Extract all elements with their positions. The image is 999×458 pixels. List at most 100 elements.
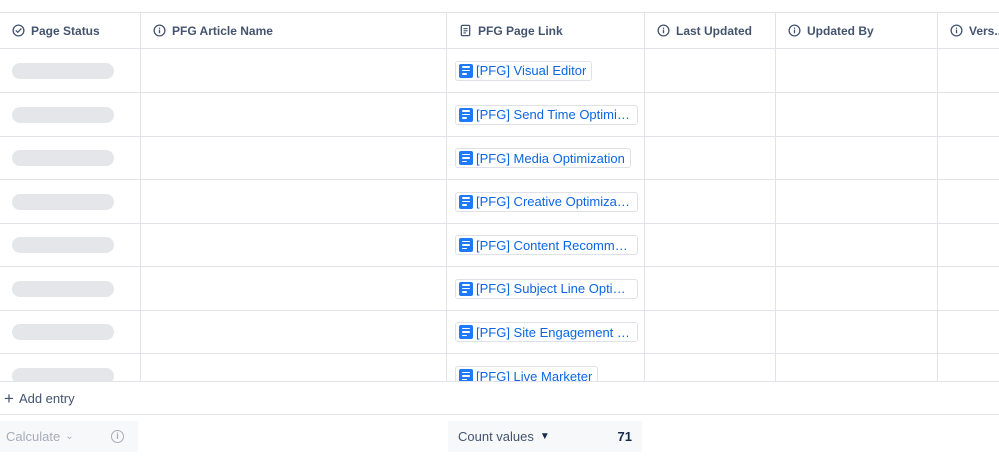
updated-by-cell[interactable] <box>776 267 938 310</box>
column-header-label: Vers... <box>969 23 999 38</box>
page-link-cell: [PFG] Media Optimization <box>447 137 645 179</box>
page-link-title: [PFG] Visual Editor <box>476 63 587 78</box>
page-link-title: [PFG] Live Marketer <box>476 368 593 382</box>
column-header-label: Page Status <box>31 23 100 38</box>
table-row: [PFG] Site Engagement S... <box>0 311 999 354</box>
table-header-row: Page Status PFG Article Name PFG Page Li… <box>0 12 999 49</box>
confluence-page-icon <box>459 369 473 381</box>
version-cell[interactable] <box>938 354 999 381</box>
table-row: [PFG] Content Recomme... <box>0 224 999 267</box>
version-cell[interactable] <box>938 224 999 266</box>
confluence-page-icon <box>459 107 473 122</box>
status-loading-placeholder <box>12 106 114 123</box>
article-name-cell[interactable] <box>141 354 447 381</box>
last-updated-cell[interactable] <box>645 180 776 223</box>
last-updated-cell[interactable] <box>645 49 776 92</box>
updated-by-cell[interactable] <box>776 180 938 223</box>
status-loading-placeholder <box>12 193 114 210</box>
version-cell[interactable] <box>938 311 999 353</box>
count-values-dropdown[interactable]: Count values ▼ 71 <box>448 421 642 452</box>
article-name-cell[interactable] <box>141 267 447 310</box>
version-cell[interactable] <box>938 93 999 136</box>
table-row: [PFG] Live Marketer <box>0 354 999 381</box>
page-link-cell: [PFG] Visual Editor <box>447 49 645 92</box>
version-cell[interactable] <box>938 137 999 179</box>
page-link-title: [PFG] Content Recomme... <box>476 237 632 253</box>
updated-by-cell[interactable] <box>776 354 938 381</box>
page-link-cell: [PFG] Content Recomme... <box>447 224 645 266</box>
last-updated-cell[interactable] <box>645 137 776 179</box>
page-status-cell[interactable] <box>0 311 141 353</box>
database-table: Page Status PFG Article Name PFG Page Li… <box>0 12 999 381</box>
version-cell[interactable] <box>938 180 999 223</box>
page-link-chip[interactable]: [PFG] Media Optimization <box>455 148 631 168</box>
page-link-chip[interactable]: [PFG] Live Marketer <box>455 366 599 382</box>
table-row: [PFG] Media Optimization <box>0 137 999 180</box>
page-status-cell[interactable] <box>0 354 141 381</box>
table-row: [PFG] Send Time Optimiz... <box>0 93 999 137</box>
version-cell[interactable] <box>938 49 999 92</box>
last-updated-cell[interactable] <box>645 93 776 136</box>
page-status-cell[interactable] <box>0 267 141 310</box>
column-header-last-updated[interactable]: Last Updated <box>645 13 776 48</box>
page-status-cell[interactable] <box>0 93 141 136</box>
page-status-cell[interactable] <box>0 224 141 266</box>
page-link-chip[interactable]: [PFG] Site Engagement S... <box>455 322 638 342</box>
page-link-chip[interactable]: [PFG] Content Recomme... <box>455 235 638 255</box>
page-link-title: [PFG] Send Time Optimiz... <box>476 107 632 122</box>
updated-by-cell[interactable] <box>776 224 938 266</box>
page-status-cell[interactable] <box>0 180 141 223</box>
page-link-cell: [PFG] Creative Optimizati... <box>447 180 645 223</box>
page-link-chip[interactable]: [PFG] Creative Optimizati... <box>455 191 638 212</box>
column-header-page-status[interactable]: Page Status <box>0 13 141 48</box>
last-updated-cell[interactable] <box>645 224 776 266</box>
calculate-dropdown[interactable]: Calculate ⌄ i <box>0 421 138 452</box>
article-name-cell[interactable] <box>141 49 447 92</box>
page-link-cell: [PFG] Subject Line Optimi... <box>447 267 645 310</box>
status-loading-placeholder <box>12 237 114 253</box>
chevron-down-icon: ▼ <box>539 431 550 442</box>
info-icon[interactable]: i <box>111 430 124 443</box>
page-status-cell[interactable] <box>0 49 141 92</box>
status-loading-placeholder <box>12 62 114 79</box>
article-name-cell[interactable] <box>141 180 447 223</box>
table-row: [PFG] Creative Optimizati... <box>0 180 999 224</box>
calculate-label: Calculate <box>6 429 61 444</box>
column-header-label: PFG Article Name <box>172 23 273 38</box>
page-link-chip[interactable]: [PFG] Visual Editor <box>455 60 593 81</box>
page-status-cell[interactable] <box>0 137 141 179</box>
page-link-title: [PFG] Media Optimization <box>476 150 625 166</box>
article-name-cell[interactable] <box>141 137 447 179</box>
confluence-page-icon <box>459 63 473 78</box>
confluence-page-icon <box>459 281 473 296</box>
column-header-label: PFG Page Link <box>478 23 563 38</box>
column-header-updated-by[interactable]: Updated By <box>776 13 938 48</box>
article-name-cell[interactable] <box>141 224 447 266</box>
updated-by-cell[interactable] <box>776 311 938 353</box>
page-link-cell: [PFG] Live Marketer <box>447 354 645 381</box>
last-updated-cell[interactable] <box>645 354 776 381</box>
confluence-page-icon <box>459 325 473 339</box>
article-name-cell[interactable] <box>141 311 447 353</box>
page-link-cell: [PFG] Send Time Optimiz... <box>447 93 645 136</box>
updated-by-cell[interactable] <box>776 49 938 92</box>
updated-by-cell[interactable] <box>776 93 938 136</box>
updated-by-cell[interactable] <box>776 137 938 179</box>
version-cell[interactable] <box>938 267 999 310</box>
confluence-page-icon <box>459 151 473 165</box>
status-loading-placeholder <box>12 324 114 340</box>
confluence-page-icon <box>459 194 473 209</box>
last-updated-cell[interactable] <box>645 267 776 310</box>
count-values-label: Count values <box>458 429 534 444</box>
column-header-pfg-article-name[interactable]: PFG Article Name <box>141 13 447 48</box>
status-loading-placeholder <box>12 150 114 166</box>
article-name-cell[interactable] <box>141 93 447 136</box>
page-link-chip[interactable]: [PFG] Subject Line Optimi... <box>455 278 638 299</box>
column-header-version[interactable]: Vers... <box>938 13 999 48</box>
last-updated-cell[interactable] <box>645 311 776 353</box>
add-entry-button[interactable]: + Add entry <box>0 381 999 415</box>
page-link-cell: [PFG] Site Engagement S... <box>447 311 645 353</box>
plus-icon: + <box>4 388 14 408</box>
column-header-pfg-page-link[interactable]: PFG Page Link <box>447 13 645 48</box>
page-link-chip[interactable]: [PFG] Send Time Optimiz... <box>455 104 638 125</box>
